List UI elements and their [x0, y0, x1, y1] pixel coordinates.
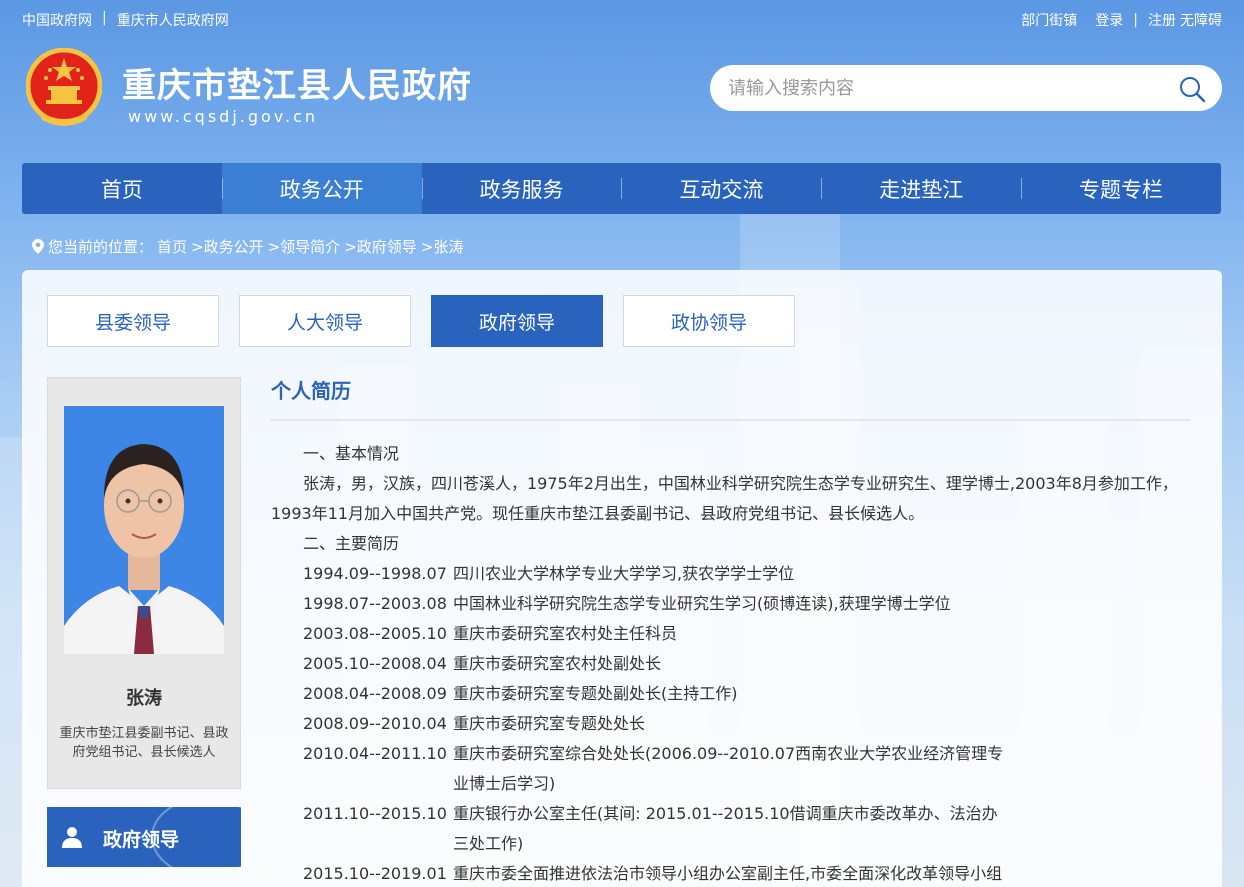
breadcrumb-home[interactable]: 首页	[157, 236, 187, 257]
national-emblem-icon	[26, 48, 102, 126]
breadcrumb-government-affairs[interactable]: >政务公开	[191, 236, 264, 257]
career-period: 2011.10--2015.10	[303, 804, 447, 823]
career-desc: 四川农业大学林学专业大学学习,获农学学士学位	[453, 564, 795, 583]
content-panel: 县委领导 人大领导 政府领导 政协领导 张涛 重庆市垫江县委副书记、县政府党组书…	[22, 270, 1222, 887]
breadcrumb-current[interactable]: >张涛	[421, 236, 464, 257]
location-pin-icon	[32, 239, 44, 254]
link-accessibility[interactable]: 无障碍	[1180, 10, 1222, 30]
tab-county-party-leaders[interactable]: 县委领导	[47, 295, 219, 347]
link-login[interactable]: 登录	[1095, 10, 1123, 30]
link-chongqing-gov[interactable]: 重庆市人民政府网	[117, 10, 229, 30]
search-input[interactable]	[728, 65, 1168, 111]
career-desc: 重庆市委研究室农村处副处长	[453, 654, 662, 673]
site-header: 重庆市垫江县人民政府 www.cqsdj.gov.cn	[0, 40, 1244, 150]
basic-text: 张涛，男，汉族，四川苍溪人，1975年2月出生，中国林业科学研究院生态学专业研究…	[271, 474, 1178, 523]
career-desc: 重庆市委研究室专题处副处长(主持工作)	[453, 684, 738, 703]
career-period: 1994.09--1998.07	[303, 564, 447, 583]
career-desc: 重庆市委研究室综合处处长(2006.09--2010.07西南农业大学农业经济管…	[453, 744, 1004, 793]
career-row: 2008.04--2008.09 重庆市委研究室专题处副处长(主持工作)	[271, 679, 1195, 709]
separator: |	[102, 10, 107, 26]
career-desc: 中国林业科学研究院生态学专业研究生学习(硕博连读),获理学博士学位	[453, 594, 951, 613]
career-row: 1998.07--2003.08 中国林业科学研究院生态学专业研究生学习(硕博连读…	[271, 589, 1195, 619]
career-period: 2008.04--2008.09	[303, 684, 447, 703]
search-icon[interactable]	[1178, 75, 1206, 103]
career-row: 2011.10--2015.10 重庆银行办公室主任(其间: 2015.01--2…	[271, 799, 1195, 859]
career-desc: 重庆市委研究室农村处主任科员	[453, 624, 678, 643]
side-nav-government-leaders[interactable]: 政府领导	[47, 807, 241, 867]
career-row: 2003.08--2005.10 重庆市委研究室农村处主任科员	[271, 619, 1195, 649]
career-row: 2008.09--2010.04 重庆市委研究室专题处处长	[271, 709, 1195, 739]
career-period: 2003.08--2005.10	[303, 624, 447, 643]
leader-title: 重庆市垫江县委副书记、县政府党组书记、县长候选人	[59, 726, 229, 760]
career-row: 2015.10--2019.01 重庆市委全面推进依法治市领导小组办公室副主任,市…	[271, 859, 1195, 887]
nav-about-dianjiang[interactable]: 走进垫江	[821, 163, 1021, 214]
nav-home[interactable]: 首页	[22, 163, 222, 214]
site-url: www.cqsdj.gov.cn	[128, 107, 319, 126]
nav-interaction[interactable]: 互动交流	[621, 163, 821, 214]
section-title: 个人简历	[271, 379, 351, 403]
link-departments[interactable]: 部门街镇	[1021, 10, 1077, 30]
top-bar: 中国政府网 | 重庆市人民政府网 部门街镇 登录 | 注册 无障碍	[0, 0, 1244, 40]
profile-card: 张涛 重庆市垫江县委副书记、县政府党组书记、县长候选人	[47, 377, 241, 789]
site-title: 重庆市垫江县人民政府	[122, 66, 472, 106]
tab-npc-leaders[interactable]: 人大领导	[239, 295, 411, 347]
breadcrumb-prefix: 您当前的位置：	[48, 238, 154, 256]
career-period: 1998.07--2003.08	[303, 594, 447, 613]
separator: |	[1133, 12, 1138, 28]
user-icon	[62, 827, 82, 848]
link-china-gov[interactable]: 中国政府网	[22, 10, 92, 30]
main-nav: 首页 政务公开 政务服务 互动交流 走进垫江 专题专栏	[22, 163, 1221, 214]
bio-content: 个人简历 一、基本情况 张涛，男，汉族，四川苍溪人，1975年2月出生，中国林业…	[271, 375, 1195, 887]
career-desc: 重庆银行办公室主任(其间: 2015.01--2015.10借调重庆市委改革办、…	[453, 804, 998, 853]
breadcrumb: 您当前的位置： 首页 >政务公开 >领导简介 >政府领导 >张涛	[32, 236, 463, 257]
tab-government-leaders[interactable]: 政府领导	[431, 295, 603, 347]
career-desc: 重庆市委研究室专题处处长	[453, 714, 646, 733]
career-row: 1994.09--1998.07 四川农业大学林学专业大学学习,获农学学士学位	[271, 559, 1195, 589]
career-period: 2015.10--2019.01	[303, 864, 447, 883]
career-desc: 重庆市委全面推进依法治市领导小组办公室副主任,市委全面深化改革领导小组办	[453, 864, 1003, 883]
career-period: 2010.04--2011.10	[303, 744, 447, 763]
tab-cppcc-leaders[interactable]: 政协领导	[623, 295, 795, 347]
link-register[interactable]: 注册	[1148, 10, 1176, 30]
nav-special-topics[interactable]: 专题专栏	[1021, 163, 1221, 214]
career-row: 2005.10--2008.04 重庆市委研究室农村处副处长	[271, 649, 1195, 679]
search-box	[710, 65, 1222, 111]
nav-government-services[interactable]: 政务服务	[421, 163, 622, 214]
basic-heading: 一、基本情况	[303, 444, 400, 463]
career-period: 2008.09--2010.04	[303, 714, 447, 733]
breadcrumb-leaders[interactable]: >领导简介	[268, 236, 341, 257]
career-row: 2010.04--2011.10 重庆市委研究室综合处处长(2006.09--20…	[271, 739, 1195, 799]
decorative-swoosh	[151, 807, 241, 867]
career-period: 2005.10--2008.04	[303, 654, 447, 673]
breadcrumb-government-leaders[interactable]: >政府领导	[344, 236, 417, 257]
leader-photo	[64, 406, 224, 654]
career-list: 1994.09--1998.07 四川农业大学林学专业大学学习,获农学学士学位 19…	[271, 559, 1195, 887]
career-heading: 二、主要简历	[303, 534, 400, 553]
divider	[271, 419, 1191, 421]
nav-government-affairs[interactable]: 政务公开	[221, 163, 422, 214]
leader-tabs: 县委领导 人大领导 政府领导 政协领导	[47, 295, 795, 347]
leader-name: 张涛	[126, 688, 162, 709]
